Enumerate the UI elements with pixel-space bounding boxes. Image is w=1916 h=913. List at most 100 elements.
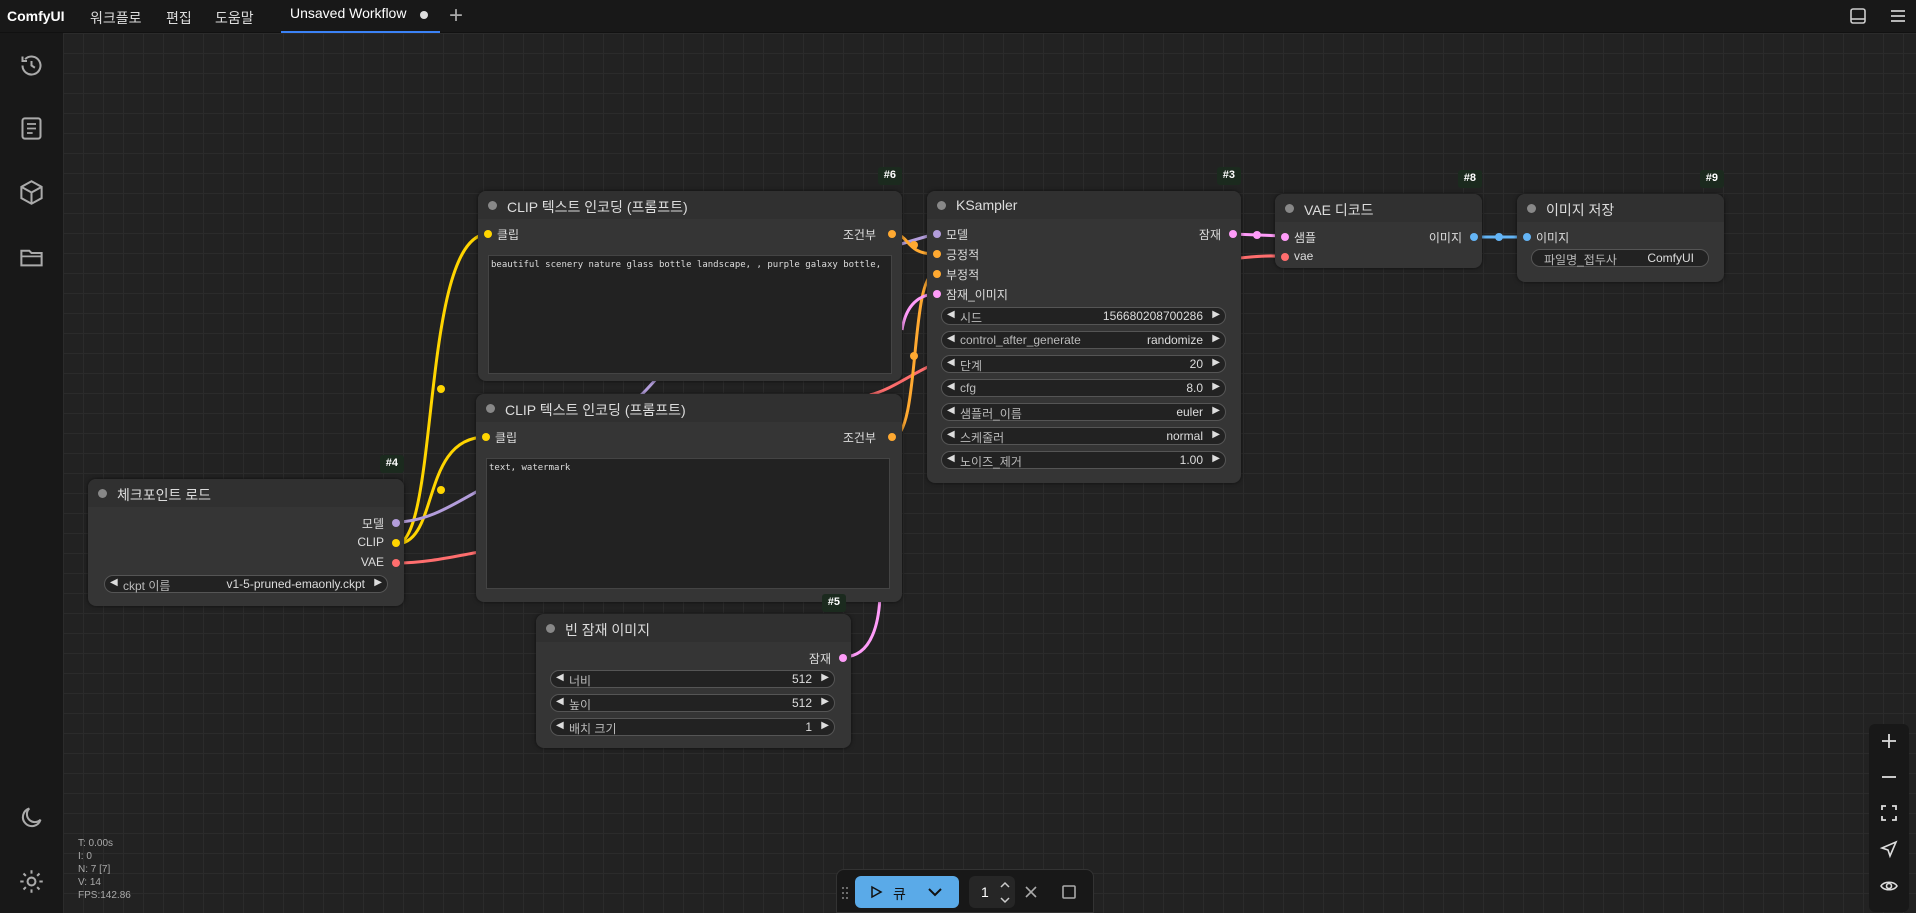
zoom-in-icon[interactable]: [1879, 731, 1899, 751]
increment-arrow-icon[interactable]: ▶: [1212, 405, 1220, 416]
decrement-arrow-icon[interactable]: ◀: [947, 309, 955, 320]
increment-arrow-icon[interactable]: ▶: [374, 577, 382, 588]
zoom-out-icon[interactable]: [1879, 767, 1899, 787]
node-header[interactable]: CLIP 텍스트 인코딩 (프롬프트): [478, 191, 902, 219]
increment-arrow-icon[interactable]: ▶: [1212, 333, 1220, 344]
workflows-folder-icon[interactable]: [18, 244, 45, 271]
model-library-icon[interactable]: [18, 179, 45, 206]
collapse-dot-icon[interactable]: [937, 201, 946, 210]
node-library-icon[interactable]: [18, 115, 45, 142]
ckpt-name-combo[interactable]: ◀ ckpt 이름 v1-5-pruned-emaonly.ckpt ▶: [104, 575, 388, 593]
decrement-arrow-icon[interactable]: ◀: [556, 720, 564, 731]
drag-handle-icon[interactable]: [841, 886, 849, 900]
output-latent-dot-icon[interactable]: [839, 654, 847, 662]
select-pointer-icon[interactable]: [1879, 839, 1899, 859]
unsaved-dot-icon[interactable]: [420, 11, 428, 19]
node-header[interactable]: CLIP 텍스트 인코딩 (프롬프트): [476, 394, 902, 422]
queue-button[interactable]: 큐: [855, 876, 959, 908]
prompt-textarea[interactable]: text, watermark: [486, 458, 890, 589]
steps-widget[interactable]: ◀ 단계 20 ▶: [941, 355, 1226, 373]
tab-unsaved-workflow[interactable]: Unsaved Workflow: [281, 0, 440, 33]
node-empty-latent-image[interactable]: #5 빈 잠재 이미지 잠재 ◀ 너비 512 ▶ ◀ 높이 512 ▶ ◀ 배치 크기 1 ▶: [536, 594, 851, 748]
collapse-dot-icon[interactable]: [546, 624, 555, 633]
decrement-arrow-icon[interactable]: ◀: [947, 333, 955, 344]
increment-arrow-icon[interactable]: ▶: [1212, 381, 1220, 392]
input-vae-dot-icon[interactable]: [1281, 253, 1289, 261]
scheduler-widget[interactable]: ◀ 스케줄러 normal ▶: [941, 427, 1226, 445]
collapse-dot-icon[interactable]: [488, 201, 497, 210]
node-checkpoint-loader[interactable]: #4 체크포인트 로드 모델 CLIP VAE ◀ ckpt 이름 v1-5-p…: [88, 455, 404, 606]
history-icon[interactable]: [18, 52, 45, 79]
menu-edit[interactable]: 편집: [166, 8, 192, 28]
decrement-arrow-icon[interactable]: ◀: [947, 381, 955, 392]
menu-workflow[interactable]: 워크플로: [90, 8, 142, 28]
decrement-arrow-icon[interactable]: ◀: [556, 696, 564, 707]
decrement-arrow-icon[interactable]: ◀: [110, 577, 118, 588]
collapse-dot-icon[interactable]: [98, 489, 107, 498]
output-clip-dot-icon[interactable]: [392, 539, 400, 547]
input-negative-dot-icon[interactable]: [933, 270, 941, 278]
stop-square-icon[interactable]: [1061, 884, 1077, 900]
node-save-image[interactable]: #9 이미지 저장 이미지 파일명_접두사 ComfyUI: [1517, 170, 1724, 282]
input-positive-dot-icon[interactable]: [933, 250, 941, 258]
menu-help[interactable]: 도움말: [215, 8, 254, 28]
control-after-generate-widget[interactable]: ◀ control_after_generate randomize ▶: [941, 331, 1226, 349]
collapse-dot-icon[interactable]: [1527, 204, 1536, 213]
output-vae-dot-icon[interactable]: [392, 559, 400, 567]
theme-moon-icon[interactable]: [18, 804, 45, 831]
node-vae-decode[interactable]: #8 VAE 디코드 샘플 vae 이미지: [1275, 170, 1482, 268]
queue-count-stepper[interactable]: 1: [969, 876, 1015, 908]
node-ksampler[interactable]: #3 KSampler 모델 긍정적 부정적 잠재_이미지 잠재 ◀ 시드 1566…: [927, 167, 1241, 483]
increment-arrow-icon[interactable]: ▶: [1212, 357, 1220, 368]
increment-arrow-icon[interactable]: ▶: [821, 720, 829, 731]
filename-prefix-widget[interactable]: 파일명_접두사 ComfyUI: [1531, 249, 1709, 267]
menu-hamburger-icon[interactable]: [1888, 6, 1908, 26]
node-clip-text-encode-negative[interactable]: CLIP 텍스트 인코딩 (프롬프트) 클립 조건부 text, waterma…: [476, 394, 902, 602]
increment-arrow-icon[interactable]: ▶: [821, 672, 829, 683]
increment-arrow-icon[interactable]: ▶: [1212, 429, 1220, 440]
close-x-icon[interactable]: [1023, 884, 1039, 900]
sampler-name-widget[interactable]: ◀ 샘플러_이름 euler ▶: [941, 403, 1226, 421]
collapse-dot-icon[interactable]: [1285, 204, 1294, 213]
settings-gear-icon[interactable]: [18, 868, 45, 895]
node-header[interactable]: 이미지 저장: [1517, 194, 1724, 222]
node-header[interactable]: KSampler: [927, 191, 1241, 219]
input-model-dot-icon[interactable]: [933, 230, 941, 238]
toggle-links-eye-icon[interactable]: [1879, 876, 1899, 896]
increment-arrow-icon[interactable]: ▶: [1212, 309, 1220, 320]
toggle-panel-icon[interactable]: [1848, 6, 1868, 26]
output-conditioning-dot-icon[interactable]: [888, 433, 896, 441]
output-model-dot-icon[interactable]: [392, 519, 400, 527]
node-header[interactable]: 체크포인트 로드: [88, 479, 404, 507]
seed-widget[interactable]: ◀ 시드 156680208700286 ▶: [941, 307, 1226, 325]
input-clip-dot-icon[interactable]: [484, 230, 492, 238]
node-header[interactable]: 빈 잠재 이미지: [536, 614, 851, 642]
fit-view-icon[interactable]: [1879, 803, 1899, 823]
increment-chevron-icon[interactable]: [999, 880, 1011, 890]
increment-arrow-icon[interactable]: ▶: [821, 696, 829, 707]
decrement-arrow-icon[interactable]: ◀: [947, 357, 955, 368]
node-clip-text-encode-positive[interactable]: #6 CLIP 텍스트 인코딩 (프롬프트) 클립 조건부 beautiful …: [478, 167, 902, 381]
collapse-dot-icon[interactable]: [486, 404, 495, 413]
denoise-widget[interactable]: ◀ 노이즈_제거 1.00 ▶: [941, 451, 1226, 469]
add-tab-icon[interactable]: +: [449, 2, 463, 30]
increment-arrow-icon[interactable]: ▶: [1212, 453, 1220, 464]
input-latent-dot-icon[interactable]: [933, 290, 941, 298]
decrement-chevron-icon[interactable]: [999, 895, 1011, 905]
node-header[interactable]: VAE 디코드: [1275, 194, 1482, 222]
batch-size-widget[interactable]: ◀ 배치 크기 1 ▶: [550, 718, 835, 736]
output-conditioning-dot-icon[interactable]: [888, 230, 896, 238]
decrement-arrow-icon[interactable]: ◀: [556, 672, 564, 683]
output-latent-dot-icon[interactable]: [1229, 230, 1237, 238]
input-image-dot-icon[interactable]: [1523, 233, 1531, 241]
input-samples-dot-icon[interactable]: [1281, 233, 1289, 241]
decrement-arrow-icon[interactable]: ◀: [947, 453, 955, 464]
width-widget[interactable]: ◀ 너비 512 ▶: [550, 670, 835, 688]
output-image-dot-icon[interactable]: [1470, 233, 1478, 241]
chevron-down-icon[interactable]: [927, 886, 943, 898]
prompt-textarea[interactable]: beautiful scenery nature glass bottle la…: [488, 255, 892, 374]
height-widget[interactable]: ◀ 높이 512 ▶: [550, 694, 835, 712]
decrement-arrow-icon[interactable]: ◀: [947, 405, 955, 416]
decrement-arrow-icon[interactable]: ◀: [947, 429, 955, 440]
input-clip-dot-icon[interactable]: [482, 433, 490, 441]
